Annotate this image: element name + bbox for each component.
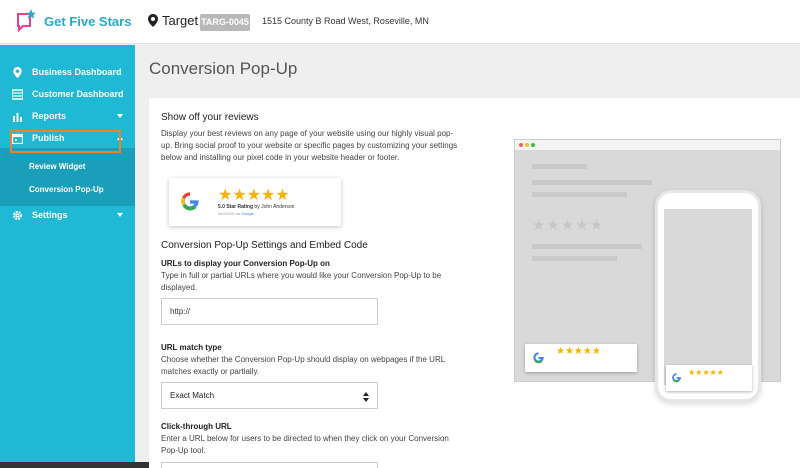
placeholder-line — [532, 192, 627, 197]
close-dot-icon — [519, 143, 523, 147]
publish-submenu: Review Widget Conversion Pop-Up — [0, 148, 135, 206]
sidebar-item-label: Reports — [32, 111, 67, 121]
phone-screen — [664, 209, 752, 385]
top-header: Get Five Stars Target TARG-0045 1515 Cou… — [0, 0, 800, 44]
review-date: 04/22/18 via Google — [218, 211, 254, 216]
google-icon — [181, 192, 199, 211]
chevron-down-icon — [117, 114, 123, 118]
match-type-help: Choose whether the Conversion Pop-Up sho… — [161, 355, 445, 376]
map-pin-icon — [13, 66, 22, 78]
mobile-popup-preview: ★★★★★ — [666, 365, 752, 391]
urls-input[interactable] — [161, 298, 378, 325]
star-rating: ★★★★★ — [688, 368, 724, 377]
settings-heading: Conversion Pop-Up Settings and Embed Cod… — [161, 240, 368, 251]
desktop-popup-preview: ★★★★★ — [525, 344, 637, 372]
chat-bubble-star-icon — [17, 9, 36, 33]
gear-icon — [12, 210, 23, 220]
location-name: Target — [162, 13, 199, 28]
rating-text: 5.0 Star Rating by John Anderson — [218, 204, 294, 210]
rating-value: 5.0 Star Rating — [218, 204, 254, 210]
brand-name: Get Five Stars — [44, 13, 132, 29]
location-code-badge: TARG-0045 — [200, 14, 250, 31]
reviewer-name: by John Anderson — [254, 204, 295, 210]
via-text: via — [234, 211, 240, 216]
maximize-dot-icon — [531, 143, 535, 147]
match-type-label: URL match type — [161, 343, 222, 352]
click-through-label: Click-through URL — [161, 422, 232, 431]
select-arrows-icon — [363, 392, 369, 402]
star-rating: ★★★★★ — [218, 187, 290, 204]
google-icon — [533, 352, 544, 364]
sidebar-item-settings[interactable]: Settings — [0, 204, 135, 226]
chevron-down-icon — [117, 213, 123, 217]
sidebar-item-customer-dashboard[interactable]: Customer Dashboard — [0, 83, 135, 105]
match-type-select[interactable]: Exact Match — [161, 382, 378, 409]
placeholder-line — [532, 180, 652, 185]
sidebar-item-reports[interactable]: Reports — [0, 105, 135, 127]
active-item-highlight — [10, 130, 121, 153]
status-strip — [0, 462, 160, 468]
bar-chart-icon — [13, 112, 22, 122]
sidebar-item-label: Customer Dashboard — [32, 89, 124, 99]
google-icon — [672, 373, 682, 383]
intro-text: Display your best reviews on any page of… — [161, 129, 458, 162]
sidebar-subitem-conversion-popup[interactable]: Conversion Pop-Up — [29, 185, 104, 194]
urls-label: URLs to display your Conversion Pop-Up o… — [161, 259, 330, 268]
location-address: 1515 County B Road West, Roseville, MN — [262, 16, 429, 26]
placeholder-line — [532, 256, 617, 261]
click-through-help: Enter a URL below for users to be direct… — [161, 434, 449, 455]
review-badge-sample: ★★★★★ 5.0 Star Rating by John Anderson 0… — [169, 178, 341, 226]
placeholder-line — [532, 244, 642, 249]
review-source: Google — [240, 211, 254, 216]
urls-help: Type in full or partial URLs where you w… — [161, 271, 442, 292]
page-title: Conversion Pop-Up — [149, 59, 298, 78]
review-date-value: 04/22/18 — [218, 211, 234, 216]
intro-heading: Show off your reviews — [161, 112, 259, 123]
placeholder-stars: ★★★★★ — [532, 217, 605, 234]
click-through-input[interactable] — [161, 462, 378, 468]
sidebar: Business Dashboard Customer Dashboard Re… — [0, 45, 135, 468]
sidebar-item-label: Business Dashboard — [32, 67, 122, 77]
map-pin-icon — [148, 14, 158, 27]
logo[interactable]: Get Five Stars — [15, 9, 131, 33]
minimize-dot-icon — [525, 143, 529, 147]
sidebar-item-label: Settings — [32, 210, 68, 220]
sidebar-subitem-review-widget[interactable]: Review Widget — [29, 162, 85, 171]
sidebar-item-business-dashboard[interactable]: Business Dashboard — [0, 61, 135, 83]
location-selector[interactable]: Target — [148, 13, 198, 28]
star-rating: ★★★★★ — [556, 346, 601, 357]
browser-bar — [515, 140, 780, 150]
match-type-value: Exact Match — [170, 391, 215, 400]
placeholder-line — [532, 164, 587, 169]
list-icon — [12, 88, 23, 100]
